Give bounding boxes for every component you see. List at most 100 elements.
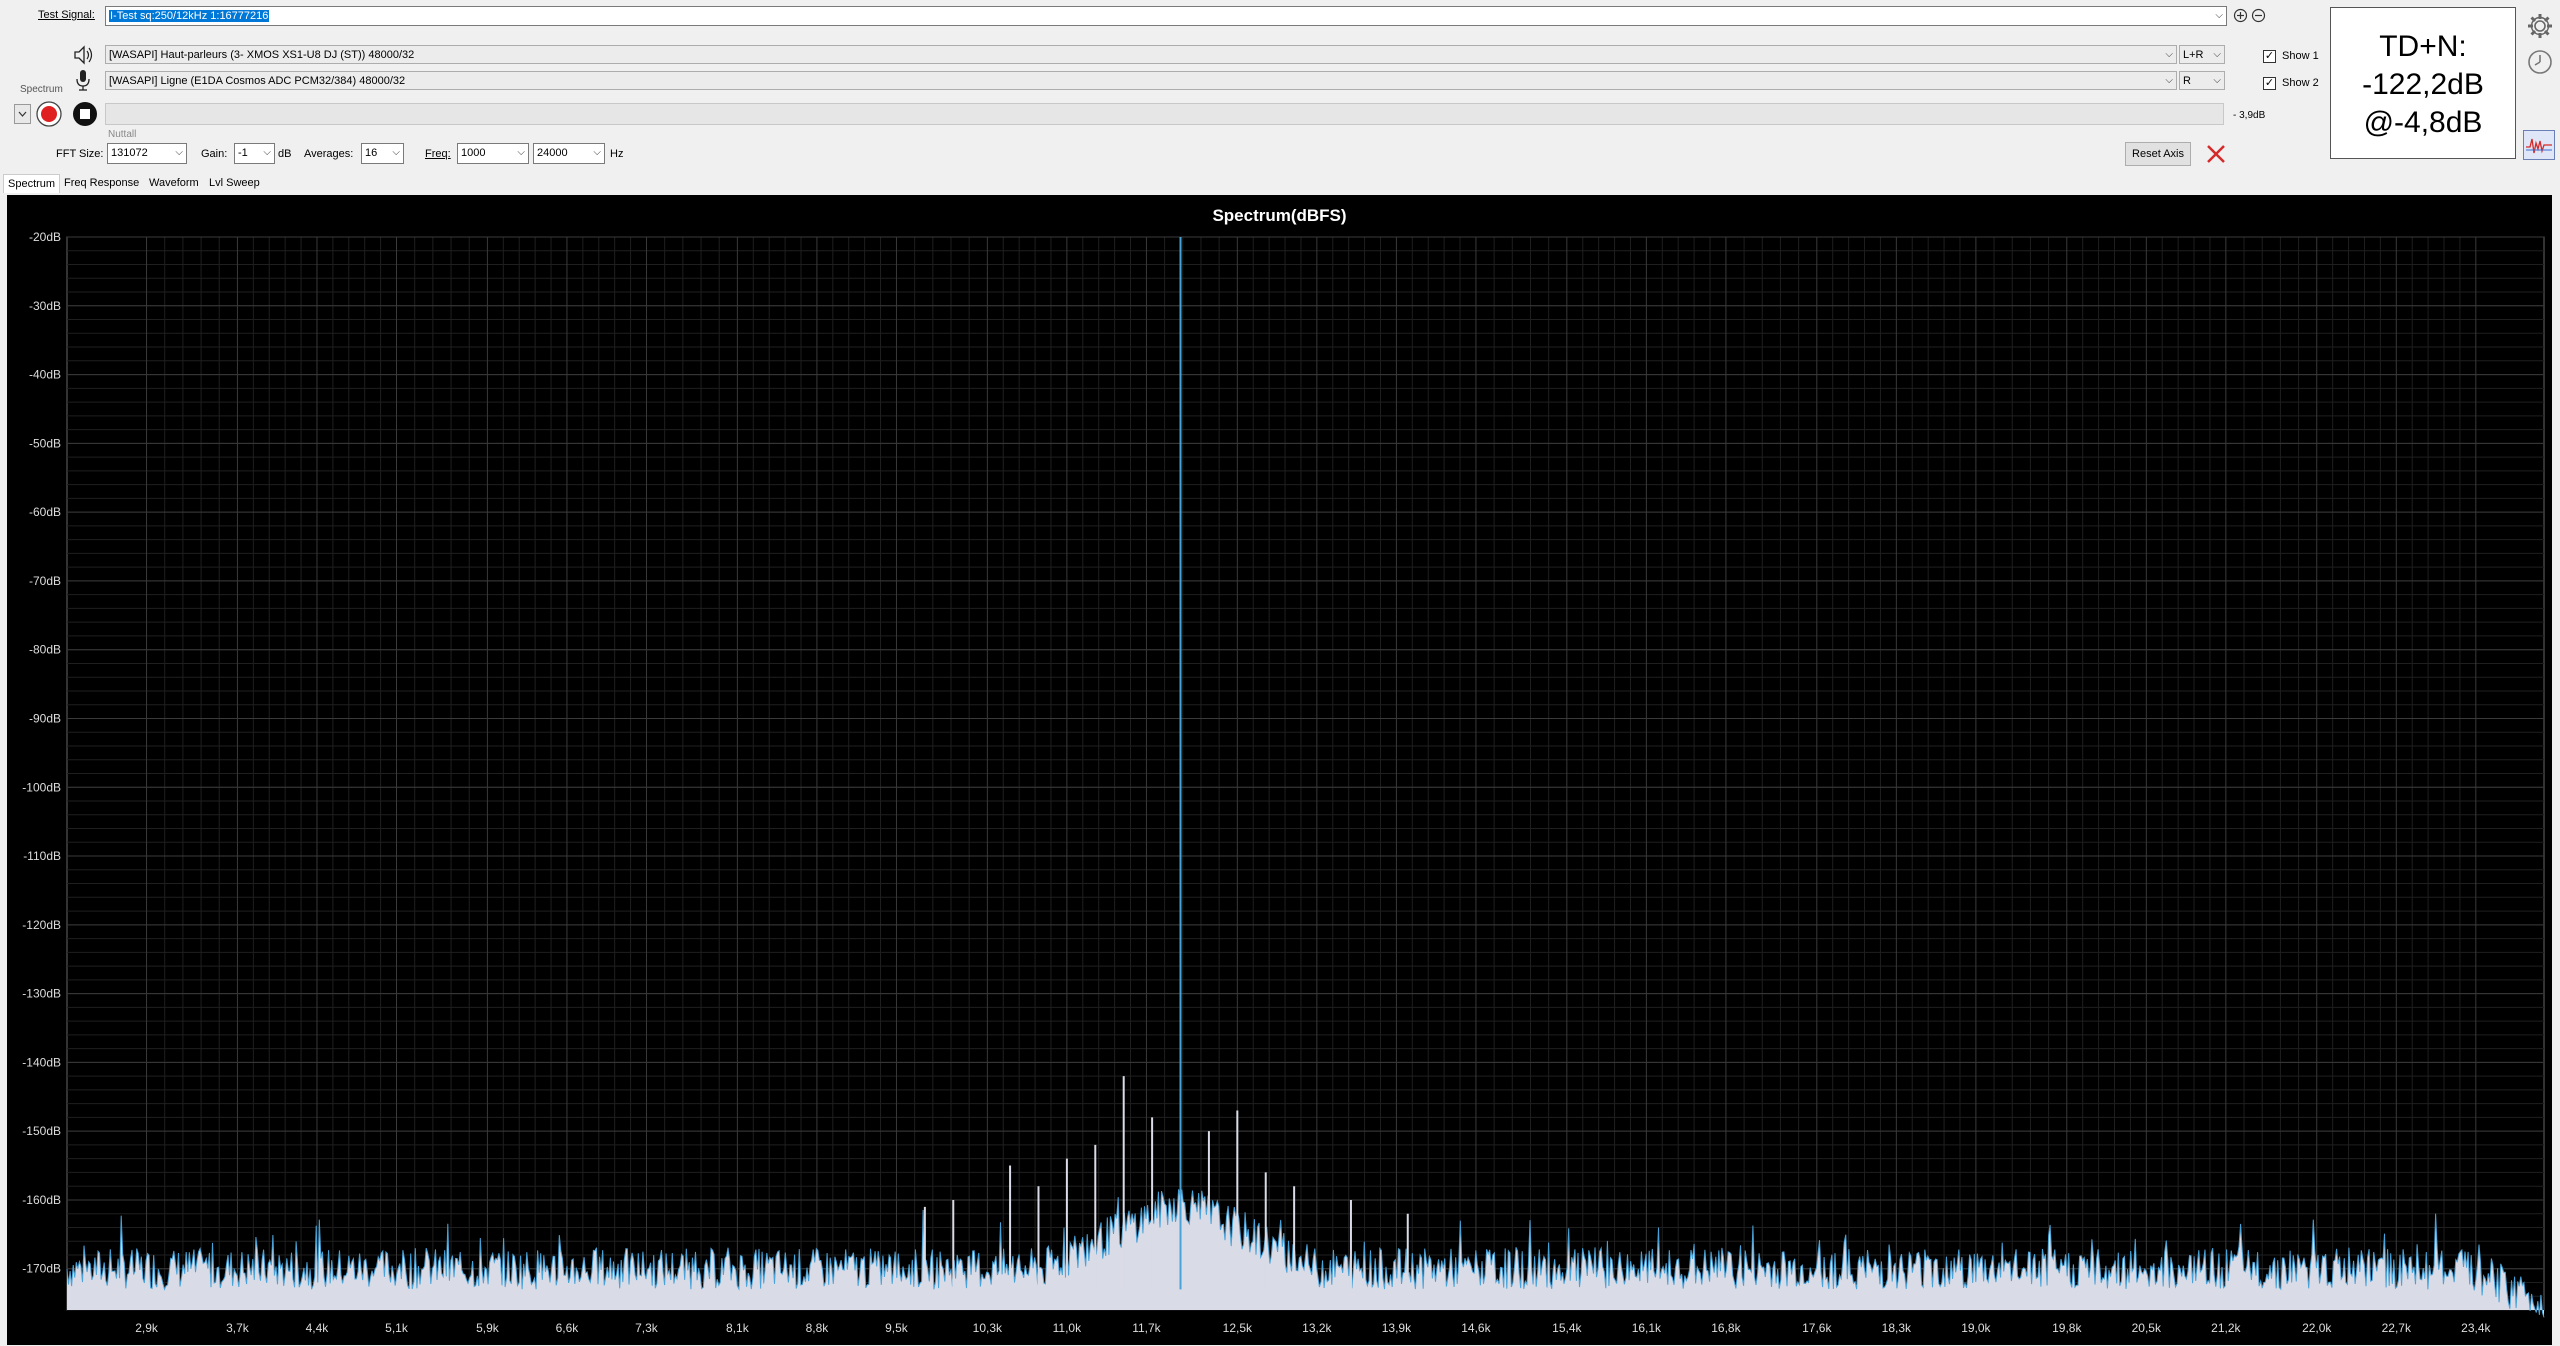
input-channel-select[interactable]: R ⌵ [2179,71,2225,90]
y-tick-label: -30dB [29,299,61,313]
output-device-value: [WASAPI] Haut-parleurs (3- XMOS XS1-U8 D… [109,49,415,61]
thd-value: -122,2dB [2362,68,2484,101]
gain-select[interactable]: -1 ⌵ [234,143,275,164]
y-tick-label: -130dB [22,987,61,1001]
test-signal-value: I-Test sq:250/12kHz 1:16777216 [109,10,270,22]
microphone-icon [72,68,94,92]
freq-start-value: 1000 [461,147,486,159]
tab-lvl-sweep[interactable]: Lvl Sweep [205,174,264,192]
input-device-select[interactable]: [WASAPI] Ligne (E1DA Cosmos ADC PCM32/38… [105,71,2177,90]
x-tick-label: 14,6k [1461,1321,1491,1335]
mode-dropdown-button[interactable] [14,104,31,124]
thd-readout-panel: TD+N: -122,2dB @-4,8dB [2330,7,2516,159]
x-tick-label: 6,6k [556,1321,580,1335]
chevron-down-icon: ⌵ [517,147,525,158]
tab-spectrum[interactable]: Spectrum [3,174,61,193]
close-icon[interactable] [2205,143,2227,165]
clock-icon[interactable] [2526,48,2554,76]
y-tick-label: -90dB [29,711,61,725]
x-tick-label: 21,2k [2211,1321,2241,1335]
chevron-down-icon: ⌵ [2215,10,2223,21]
x-tick-label: 11,7k [1132,1321,1161,1335]
chevron-down-icon: ⌵ [2213,75,2221,86]
x-tick-label: 22,7k [2382,1321,2412,1335]
x-tick-label: 5,9k [476,1321,500,1335]
waveform-view-icon[interactable] [2523,130,2555,160]
thd-level: @-4,8dB [2363,106,2483,139]
y-tick-label: -80dB [29,643,61,657]
chart-title: Spectrum(dBFS) [1212,206,1346,225]
x-tick-label: 16,1k [1632,1321,1662,1335]
y-tick-label: -120dB [22,918,61,932]
x-tick-label: 18,3k [1882,1321,1912,1335]
gain-unit: dB [278,148,292,160]
thd-label: TD+N: [2379,30,2467,63]
y-tick-label: -170dB [22,1262,61,1276]
reset-axis-button[interactable]: Reset Axis [2125,142,2191,166]
input-channel-value: R [2183,75,2191,87]
x-tick-label: 11,0k [1053,1321,1082,1335]
x-tick-label: 20,5k [2132,1321,2162,1335]
chevron-down-icon: ⌵ [2213,49,2221,60]
show2-checkbox[interactable]: ✓ [2263,77,2276,90]
freq-end-select[interactable]: 24000 ⌵ [533,143,605,164]
spectrum-plot[interactable]: Spectrum(dBFS) -20dB -30dB -40dB -50dB -60dB -… [7,195,2552,1345]
y-tick-label: -20dB [29,230,61,244]
chevron-down-icon: ⌵ [2165,49,2173,60]
show2-label: Show 2 [2282,77,2319,89]
tab-freq-response[interactable]: Freq Response [60,174,143,192]
add-signal-icon[interactable] [2233,8,2248,23]
x-tick-label: 19,8k [2052,1321,2082,1335]
x-tick-label: 22,0k [2302,1321,2332,1335]
freq-start-select[interactable]: 1000 ⌵ [457,143,529,164]
y-tick-label: -60dB [29,505,61,519]
chevron-down-icon: ⌵ [263,147,271,158]
remove-signal-icon[interactable] [2251,8,2266,23]
gain-value: -1 [238,147,248,159]
input-device-value: [WASAPI] Ligne (E1DA Cosmos ADC PCM32/38… [109,75,406,87]
output-device-select[interactable]: [WASAPI] Haut-parleurs (3- XMOS XS1-U8 D… [105,45,2177,64]
chevron-down-icon: ⌵ [593,147,601,158]
tab-waveform[interactable]: Waveform [145,174,203,192]
y-tick-label: -110dB [23,849,61,863]
test-signal-select[interactable]: I-Test sq:250/12kHz 1:16777216 ⌵ [105,6,2227,26]
x-tick-label: 23,4k [2461,1321,2491,1335]
fft-size-value: 131072 [111,147,148,159]
freq-end-value: 24000 [537,147,568,159]
y-tick-label: -150dB [22,1124,61,1138]
freq-label: Freq: [425,148,451,160]
output-channel-value: L+R [2183,49,2204,61]
y-tick-label: -100dB [22,780,61,794]
window-name-label: Nuttall [108,129,137,140]
chevron-down-icon: ⌵ [2165,75,2173,86]
y-tick-label: -160dB [22,1193,61,1207]
output-channel-select[interactable]: L+R ⌵ [2179,45,2225,64]
speaker-icon [72,44,94,66]
chevron-down-icon: ⌵ [175,147,183,158]
x-tick-label: 4,4k [306,1321,330,1335]
x-tick-label: 13,2k [1302,1321,1332,1335]
x-tick-label: 2,9k [135,1321,159,1335]
spectrum-mode-label: Spectrum [20,84,63,95]
spectrum-chart[interactable]: Spectrum(dBFS) -20dB -30dB -40dB -50dB -60dB -… [7,195,2552,1345]
x-tick-label: 16,8k [1711,1321,1741,1335]
record-button[interactable] [36,101,62,127]
chevron-down-icon: ⌵ [392,147,400,158]
y-tick-label: -70dB [29,574,61,588]
y-tick-label: -50dB [29,436,61,450]
test-signal-label: Test Signal: [38,9,95,21]
x-tick-label: 8,1k [726,1321,750,1335]
freq-unit: Hz [610,148,624,160]
stop-button[interactable] [72,101,98,127]
show1-checkbox[interactable]: ✓ [2263,50,2276,63]
x-tick-label: 9,5k [885,1321,909,1335]
x-tick-label: 8,8k [806,1321,830,1335]
show1-label: Show 1 [2282,50,2319,62]
x-tick-label: 12,5k [1223,1321,1253,1335]
fft-size-select[interactable]: 131072 ⌵ [107,143,187,164]
averages-select[interactable]: 16 ⌵ [361,143,404,164]
gear-icon[interactable] [2526,12,2554,40]
fft-size-label: FFT Size: [56,148,104,160]
gain-label: Gain: [201,148,228,160]
x-tick-label: 19,0k [1961,1321,1991,1335]
